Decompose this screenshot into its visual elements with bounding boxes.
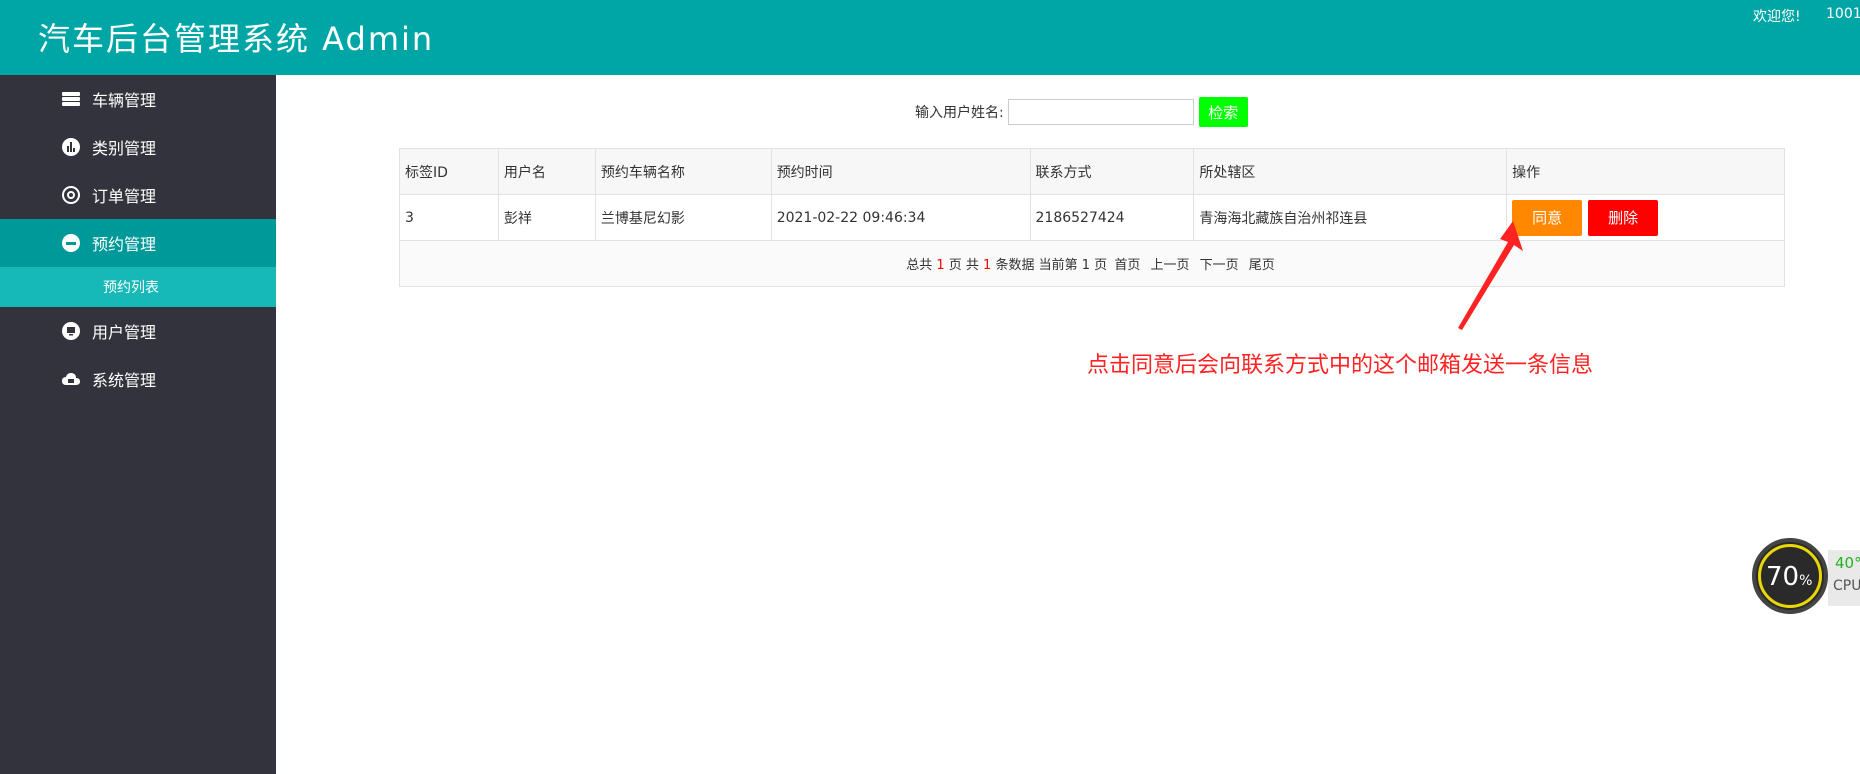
sidebar-item-label: 订单管理: [92, 187, 157, 206]
table-row: 3 彭祥 兰博基尼幻影 2021-02-22 09:46:34 21865274…: [399, 194, 1785, 241]
table-header-row: 标签ID 用户名 预约车辆名称 预约时间 联系方式 所处辖区 操作: [399, 148, 1785, 195]
cell-id: 3: [399, 194, 499, 241]
search-bar: 输入用户姓名: 检索: [915, 97, 1248, 127]
pager-prev-link[interactable]: 上一页: [1150, 258, 1189, 273]
column-header: 预约车辆名称: [594, 148, 772, 195]
cpu-label: CPU: [1833, 578, 1860, 594]
annotation-text: 点击同意后会向联系方式中的这个邮箱发送一条信息: [1087, 353, 1594, 378]
pager-total-rows: 1: [983, 258, 992, 273]
cloud-icon: [60, 368, 82, 390]
chart-icon: [60, 136, 82, 158]
pager-text: 页 共: [948, 258, 979, 273]
cpu-monitor-widget[interactable]: 70% 40° CPU: [1752, 536, 1860, 616]
pager-current-page: 1: [1081, 258, 1091, 273]
user-id[interactable]: 1001: [1826, 6, 1860, 22]
pager-text: 条数据 当前第: [995, 258, 1078, 273]
search-button[interactable]: 检索: [1198, 97, 1248, 127]
sidebar-item-categories[interactable]: 类别管理: [0, 123, 276, 171]
sidebar: 车辆管理 类别管理 订单管理 预约管理 预约列表 用户管理 系统管理: [0, 75, 276, 774]
monitor-icon: [60, 320, 82, 342]
cell-actions: 同意 删除: [1506, 194, 1785, 241]
column-header: 所处辖区: [1193, 148, 1508, 195]
pager-first-link[interactable]: 首页: [1114, 258, 1140, 273]
appointment-table: 标签ID 用户名 预约车辆名称 预约时间 联系方式 所处辖区 操作 3 彭祥 兰…: [399, 148, 1785, 287]
sidebar-subitem-appointment-list[interactable]: 预约列表: [0, 267, 276, 307]
cpu-usage-number: 70: [1766, 562, 1800, 592]
pager-text: 总共: [906, 258, 933, 273]
cell-time: 2021-02-22 09:46:34: [770, 194, 1031, 241]
sidebar-item-users[interactable]: 用户管理: [0, 307, 276, 355]
column-header: 联系方式: [1029, 148, 1195, 195]
sidebar-item-label: 预约管理: [92, 235, 157, 254]
delete-button[interactable]: 删除: [1588, 199, 1659, 236]
sidebar-item-system[interactable]: 系统管理: [0, 355, 276, 403]
column-header: 预约时间: [770, 148, 1031, 195]
cell-car: 兰博基尼幻影: [594, 194, 772, 241]
column-header: 用户名: [497, 148, 596, 195]
cpu-usage-unit: %: [1799, 573, 1813, 589]
annotation-arrow: [1458, 221, 1523, 330]
cell-username: 彭祥: [497, 194, 596, 241]
sidebar-item-label: 车辆管理: [92, 91, 157, 110]
welcome-text: 欢迎您!: [1753, 9, 1801, 25]
search-label: 输入用户姓名:: [915, 105, 1004, 121]
pager-total-pages: 1: [936, 258, 945, 273]
sidebar-item-label: 用户管理: [92, 323, 157, 342]
top-header: 汽车后台管理系统 Admin 欢迎您! 1001: [0, 0, 1860, 75]
sidebar-item-label: 类别管理: [92, 139, 157, 158]
app-icon: [60, 232, 82, 254]
cpu-usage-value: 70%: [1766, 562, 1812, 592]
pager-text: 页: [1094, 258, 1108, 273]
pager-last-link[interactable]: 尾页: [1249, 258, 1275, 273]
username-search-input[interactable]: [1007, 99, 1194, 125]
pager: 总共 1 页 共 1 条数据 当前第 1 页 首页 上一页 下一页 尾页: [399, 240, 1785, 287]
car-icon: [60, 88, 82, 110]
gear-icon: [60, 184, 82, 206]
pager-next-link[interactable]: 下一页: [1200, 258, 1239, 273]
sidebar-item-label: 系统管理: [92, 371, 157, 390]
cell-contact: 2186527424: [1029, 194, 1195, 241]
pager-row: 总共 1 页 共 1 条数据 当前第 1 页 首页 上一页 下一页 尾页: [399, 240, 1785, 287]
app-title: 汽车后台管理系统 Admin: [38, 20, 435, 58]
sidebar-item-vehicles[interactable]: 车辆管理: [0, 75, 276, 123]
column-header: 标签ID: [399, 148, 499, 195]
sidebar-item-appointments[interactable]: 预约管理: [0, 219, 276, 267]
cpu-temperature: 40°: [1835, 554, 1860, 572]
sidebar-item-orders[interactable]: 订单管理: [0, 171, 276, 219]
column-header: 操作: [1506, 148, 1785, 195]
